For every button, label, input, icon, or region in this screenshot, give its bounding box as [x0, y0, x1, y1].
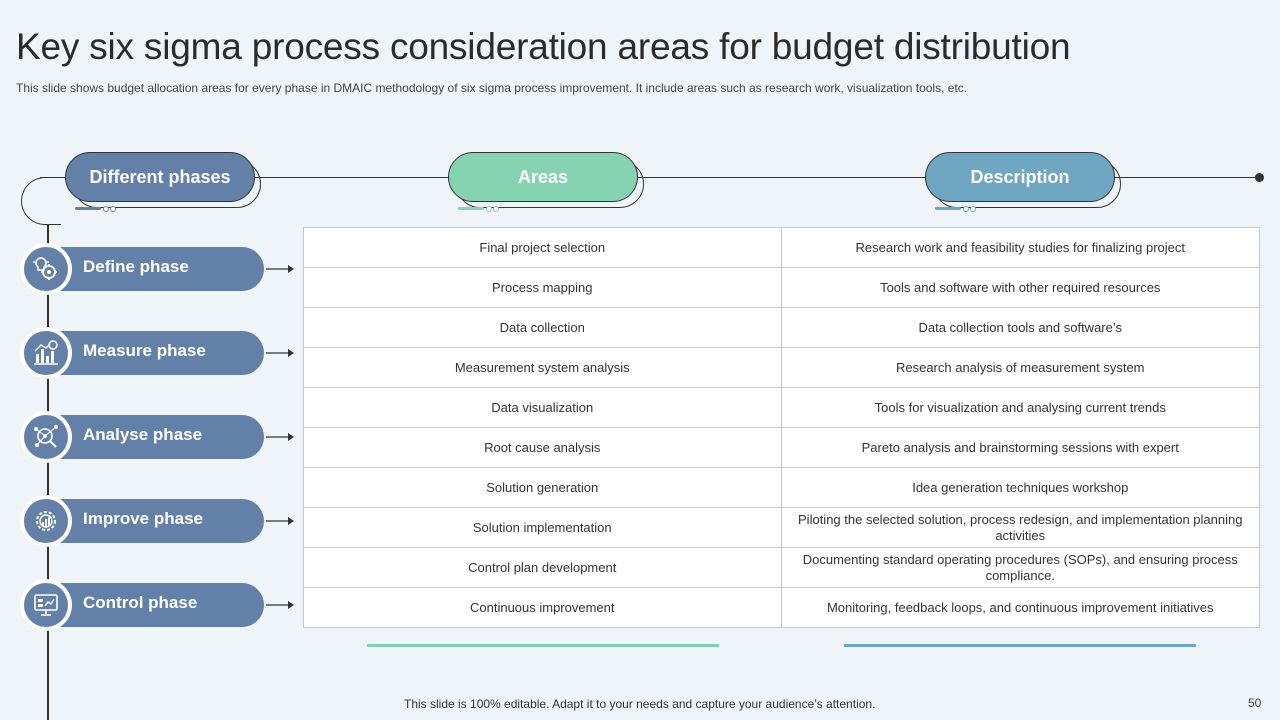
header-description-decoration	[935, 206, 995, 212]
phase-measure-icon-circle	[20, 327, 72, 379]
area-cell: Data collection	[303, 307, 782, 348]
gear-growth-icon	[36, 511, 56, 531]
bar-chart-icon	[34, 340, 58, 365]
description-cell: Data collection tools and software’s	[780, 307, 1260, 348]
table-row: Data collection Data collection tools and…	[303, 307, 1260, 348]
description-cell: Research analysis of measurement system	[780, 347, 1260, 388]
phase-improve: Improve phase	[20, 495, 294, 547]
area-cell: Final project selection	[303, 227, 782, 268]
phase-analyse-icon-circle	[20, 411, 72, 463]
phase-control-icon-circle	[20, 579, 72, 631]
table-row: Final project selection Research work and…	[303, 227, 1260, 268]
description-cell: Monitoring, feedback loops, and continuo…	[780, 587, 1260, 628]
table-row: Root cause analysis Pareto analysis and b…	[303, 427, 1260, 468]
table-row: Continuous improvement Monitoring, feedba…	[303, 587, 1260, 628]
table-row: Control plan development Documenting stan…	[303, 547, 1260, 588]
table-row: Solution implementation Piloting the sele…	[303, 507, 1260, 548]
area-cell: Solution generation	[303, 467, 782, 508]
table-row: Measurement system analysis Research anal…	[303, 347, 1260, 388]
area-cell: Measurement system analysis	[303, 347, 782, 388]
header-areas-label: Areas	[448, 152, 638, 202]
table-row: Data visualization Tools for visualizatio…	[303, 387, 1260, 428]
phase-measure: Measure phase	[20, 327, 294, 379]
area-cell: Solution implementation	[303, 507, 782, 548]
phase-measure-label: Measure phase	[83, 341, 206, 360]
area-cell: Root cause analysis	[303, 427, 782, 468]
phase-control: Control phase	[20, 579, 294, 631]
description-column-underline	[844, 644, 1196, 647]
description-cell: Research work and feasibility studies fo…	[780, 227, 1260, 268]
arrow-right-icon	[266, 349, 294, 357]
budget-areas-table: Final project selection Research work and…	[303, 227, 1260, 628]
table-row: Process mapping Tools and software with o…	[303, 267, 1260, 308]
area-cell: Process mapping	[303, 267, 782, 308]
area-cell: Control plan development	[303, 547, 782, 588]
phase-improve-label: Improve phase	[83, 509, 203, 528]
footer-note: This slide is 100% editable. Adapt it to…	[404, 697, 876, 711]
description-cell: Documenting standard operating procedure…	[780, 547, 1260, 588]
phase-analyse-label: Analyse phase	[83, 425, 203, 444]
header-phases-decoration	[75, 206, 135, 212]
area-cell: Continuous improvement	[303, 587, 782, 628]
page-number: 50	[1248, 696, 1262, 710]
phase-control-label: Control phase	[83, 593, 198, 612]
description-cell: Tools and software with other required r…	[780, 267, 1260, 308]
description-cell: Idea generation techniques workshop	[780, 467, 1260, 508]
table-row: Solution generation Idea generation techn…	[303, 467, 1260, 508]
connector-endpoint-dot	[1255, 173, 1264, 182]
page-subtitle: This slide shows budget allocation areas…	[16, 81, 968, 95]
monitor-dashboard-icon	[34, 594, 58, 616]
page-title: Key six sigma process consideration area…	[16, 26, 1071, 67]
arrow-right-icon	[266, 601, 294, 609]
phase-define-icon-circle	[20, 243, 72, 295]
phase-define: Define phase	[20, 243, 294, 295]
area-cell: Data visualization	[303, 387, 782, 428]
description-cell: Piloting the selected solution, process …	[780, 507, 1260, 548]
description-cell: Tools for visualization and analysing cu…	[780, 387, 1260, 428]
phase-improve-icon-circle	[20, 495, 72, 547]
connector-vertical-line	[47, 225, 49, 720]
header-description-label: Description	[925, 152, 1115, 202]
network-analysis-icon	[34, 425, 58, 448]
arrow-right-icon	[266, 433, 294, 441]
areas-column-underline	[367, 644, 719, 647]
description-cell: Pareto analysis and brainstorming sessio…	[780, 427, 1260, 468]
connector-curve	[21, 177, 61, 225]
phase-analyse: Analyse phase	[20, 411, 294, 463]
header-phases-label: Different phases	[65, 152, 255, 202]
arrow-right-icon	[266, 517, 294, 525]
gear-lightbulb-icon	[33, 257, 57, 280]
phase-define-label: Define phase	[83, 257, 189, 276]
arrow-right-icon	[266, 265, 294, 273]
header-areas-decoration	[458, 206, 518, 212]
